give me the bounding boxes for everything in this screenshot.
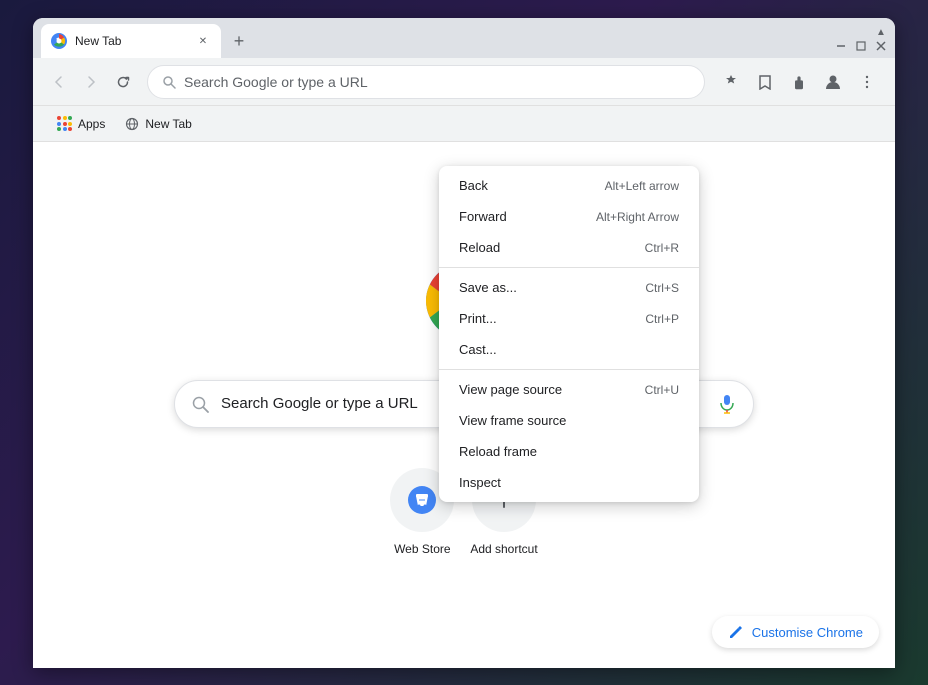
title-bar: New Tab ✕ + (33, 18, 895, 58)
context-menu-view-source[interactable]: View page source Ctrl+U (439, 374, 699, 405)
apps-bookmark[interactable]: Apps (49, 112, 113, 135)
context-menu-reload[interactable]: Reload Ctrl+R (439, 232, 699, 263)
new-tab-button[interactable]: + (225, 27, 253, 55)
address-bar[interactable]: Search Google or type a URL (147, 65, 705, 99)
context-menu-reload-frame[interactable]: Reload frame (439, 436, 699, 467)
toolbar: Search Google or type a URL (33, 58, 895, 106)
context-menu-view-frame-source[interactable]: View frame source (439, 405, 699, 436)
tab-title: New Tab (75, 34, 187, 48)
webstore-label: Web Store (394, 542, 450, 556)
pencil-icon (728, 624, 744, 640)
bookmark-button[interactable] (749, 66, 781, 98)
send-to-device-button[interactable] (715, 66, 747, 98)
apps-label: Apps (78, 117, 105, 131)
context-menu: Back Alt+Left arrow Forward Alt+Right Ar… (439, 166, 699, 502)
context-menu-back[interactable]: Back Alt+Left arrow (439, 170, 699, 201)
context-menu-forward[interactable]: Forward Alt+Right Arrow (439, 201, 699, 232)
profile-button[interactable] (817, 66, 849, 98)
address-text: Search Google or type a URL (184, 74, 690, 90)
globe-icon (125, 117, 139, 131)
new-tab-label: New Tab (145, 117, 191, 131)
forward-button[interactable] (77, 68, 105, 96)
context-menu-inspect[interactable]: Inspect (439, 467, 699, 498)
tab-strip: New Tab ✕ + (41, 24, 835, 58)
toolbar-actions (715, 66, 883, 98)
bookmarks-bar: Apps New Tab ▲ (33, 106, 895, 142)
add-shortcut-label: Add shortcut (470, 542, 537, 556)
tab-close-button[interactable]: ✕ (195, 33, 211, 49)
context-menu-save-as[interactable]: Save as... Ctrl+S (439, 272, 699, 303)
browser-background: New Tab ✕ + (0, 0, 928, 685)
extension-button[interactable] (783, 66, 815, 98)
minimize-button[interactable] (835, 40, 847, 52)
new-tab-bookmark[interactable]: New Tab (117, 113, 199, 135)
bookmarks-collapse[interactable]: ▲ (867, 18, 895, 46)
page-search-icon (191, 395, 209, 413)
reload-button[interactable] (109, 68, 137, 96)
maximize-button[interactable] (855, 40, 867, 52)
customise-label: Customise Chrome (752, 625, 863, 640)
menu-button[interactable] (851, 66, 883, 98)
active-tab[interactable]: New Tab ✕ (41, 24, 221, 58)
apps-grid-icon (57, 116, 72, 131)
tab-favicon (51, 33, 67, 49)
address-search-icon (162, 75, 176, 89)
context-menu-cast[interactable]: Cast... (439, 334, 699, 365)
mic-icon[interactable] (717, 394, 737, 414)
customise-chrome-button[interactable]: Customise Chrome (712, 616, 879, 648)
browser-window: New Tab ✕ + (33, 18, 895, 668)
back-button[interactable] (45, 68, 73, 96)
menu-separator-1 (439, 267, 699, 268)
menu-separator-2 (439, 369, 699, 370)
context-menu-print[interactable]: Print... Ctrl+P (439, 303, 699, 334)
